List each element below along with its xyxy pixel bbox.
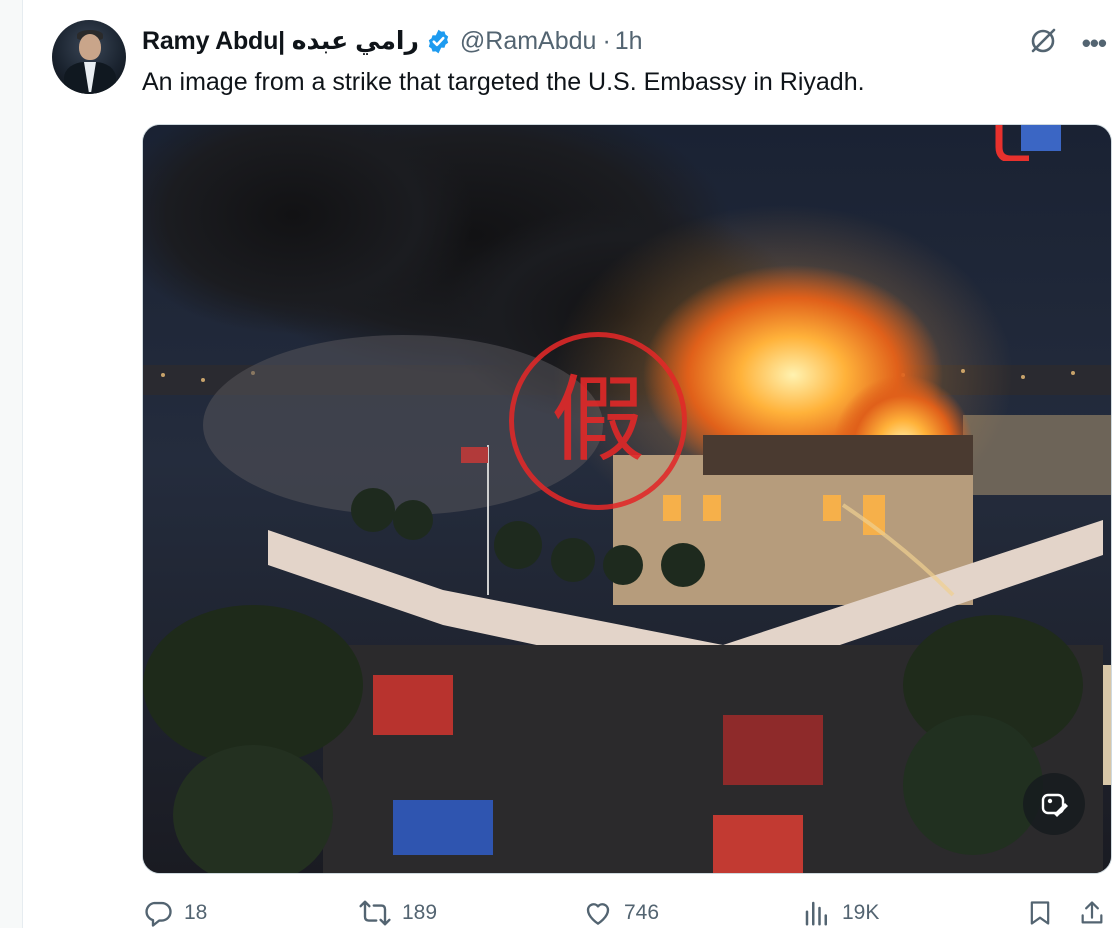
share-icon <box>1081 901 1103 924</box>
reply-icon <box>145 901 172 927</box>
reply-count: 18 <box>184 901 208 924</box>
avatar[interactable] <box>52 20 126 94</box>
grok-icon[interactable] <box>1028 26 1058 56</box>
heart-icon <box>586 903 610 925</box>
action-bar: 18 189 746 19K <box>142 896 1110 932</box>
views-count: 19K <box>842 901 880 924</box>
reply-button[interactable]: 18 <box>142 898 207 928</box>
post-time[interactable]: 1h <box>615 27 643 56</box>
timeline-gutter <box>0 0 23 928</box>
like-button[interactable]: 746 <box>582 898 659 928</box>
share-button[interactable] <box>1078 898 1116 928</box>
bookmark-icon <box>1030 901 1050 925</box>
repost-button[interactable]: 189 <box>358 898 437 928</box>
post-header: Ramy Abdu| رامي عبده @RamAbdu · 1h <box>142 24 643 58</box>
post-text: An image from a strike that targeted the… <box>142 68 865 96</box>
verified-badge-icon <box>425 28 452 55</box>
meta-separator: · <box>602 26 611 55</box>
author-name[interactable]: Ramy Abdu| رامي عبده <box>142 26 419 56</box>
broadcaster-logo <box>991 125 1063 161</box>
image-edit-icon[interactable] <box>1023 773 1085 835</box>
more-icon[interactable]: ••• <box>1082 28 1107 59</box>
views-button[interactable]: 19K <box>802 898 879 928</box>
avatar-face <box>79 34 101 60</box>
repost-count: 189 <box>402 901 438 924</box>
author-handle[interactable]: @RamAbdu <box>460 27 597 56</box>
bookmark-button[interactable] <box>1026 898 1064 928</box>
post-image[interactable]: 假 <box>142 124 1112 874</box>
like-count: 746 <box>624 901 660 924</box>
fake-stamp: 假 <box>509 332 687 510</box>
views-icon <box>805 901 827 926</box>
repost-icon <box>359 900 391 926</box>
